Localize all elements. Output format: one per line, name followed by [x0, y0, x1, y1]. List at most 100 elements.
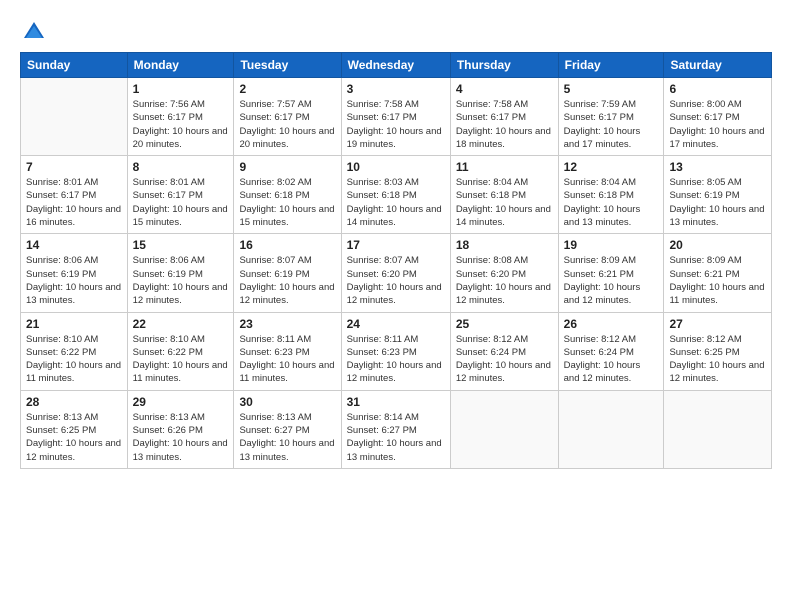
calendar-cell: 28 Sunrise: 8:13 AMSunset: 6:25 PMDayligh… [21, 390, 128, 468]
day-info: Sunrise: 8:02 AMSunset: 6:18 PMDaylight:… [239, 176, 335, 229]
week-row-1: 1Sunrise: 7:56 AMSunset: 6:17 PMDaylight… [21, 78, 772, 156]
day-info: Sunrise: 8:09 AMSunset: 6:21 PMDaylight:… [564, 254, 659, 307]
day-number: 4 [456, 82, 553, 96]
day-number: 10 [347, 160, 445, 174]
calendar-cell: 10 Sunrise: 8:03 AMSunset: 6:18 PMDayligh… [341, 156, 450, 234]
day-number: 15 [133, 238, 229, 252]
day-number: 31 [347, 395, 445, 409]
day-info: Sunrise: 7:57 AMSunset: 6:17 PMDaylight:… [239, 98, 335, 151]
day-info: Sunrise: 8:07 AMSunset: 6:19 PMDaylight:… [239, 254, 335, 307]
day-info: Sunrise: 8:04 AMSunset: 6:18 PMDaylight:… [564, 176, 659, 229]
calendar-header-friday: Friday [558, 53, 664, 78]
calendar-cell: 16 Sunrise: 8:07 AMSunset: 6:19 PMDayligh… [234, 234, 341, 312]
logo-icon [20, 18, 48, 46]
day-number: 1 [133, 82, 229, 96]
day-info: Sunrise: 7:59 AMSunset: 6:17 PMDaylight:… [564, 98, 659, 151]
day-number: 19 [564, 238, 659, 252]
calendar-cell: 26 Sunrise: 8:12 AMSunset: 6:24 PMDayligh… [558, 312, 664, 390]
day-number: 3 [347, 82, 445, 96]
calendar-cell: 22Sunrise: 8:10 AMSunset: 6:22 PMDayligh… [127, 312, 234, 390]
calendar-cell: 12 Sunrise: 8:04 AMSunset: 6:18 PMDayligh… [558, 156, 664, 234]
day-info: Sunrise: 8:12 AMSunset: 6:25 PMDaylight:… [669, 333, 766, 386]
day-info: Sunrise: 8:13 AMSunset: 6:27 PMDaylight:… [239, 411, 335, 464]
week-row-5: 28 Sunrise: 8:13 AMSunset: 6:25 PMDayligh… [21, 390, 772, 468]
calendar-cell [450, 390, 558, 468]
calendar-cell [664, 390, 772, 468]
calendar-header-monday: Monday [127, 53, 234, 78]
day-info: Sunrise: 8:13 AMSunset: 6:25 PMDaylight:… [26, 411, 122, 464]
day-info: Sunrise: 8:12 AMSunset: 6:24 PMDaylight:… [564, 333, 659, 386]
day-number: 17 [347, 238, 445, 252]
calendar-cell: 20 Sunrise: 8:09 AMSunset: 6:21 PMDayligh… [664, 234, 772, 312]
day-number: 25 [456, 317, 553, 331]
day-number: 9 [239, 160, 335, 174]
calendar-cell: 25 Sunrise: 8:12 AMSunset: 6:24 PMDayligh… [450, 312, 558, 390]
week-row-2: 7Sunrise: 8:01 AMSunset: 6:17 PMDaylight… [21, 156, 772, 234]
day-info: Sunrise: 8:07 AMSunset: 6:20 PMDaylight:… [347, 254, 445, 307]
calendar-cell: 6 Sunrise: 8:00 AMSunset: 6:17 PMDaylight… [664, 78, 772, 156]
day-number: 16 [239, 238, 335, 252]
calendar-cell: 4Sunrise: 7:58 AMSunset: 6:17 PMDaylight… [450, 78, 558, 156]
day-info: Sunrise: 8:04 AMSunset: 6:18 PMDaylight:… [456, 176, 553, 229]
calendar-header-sunday: Sunday [21, 53, 128, 78]
day-number: 11 [456, 160, 553, 174]
calendar-cell: 5Sunrise: 7:59 AMSunset: 6:17 PMDaylight… [558, 78, 664, 156]
day-info: Sunrise: 8:14 AMSunset: 6:27 PMDaylight:… [347, 411, 445, 464]
day-info: Sunrise: 8:03 AMSunset: 6:18 PMDaylight:… [347, 176, 445, 229]
day-number: 18 [456, 238, 553, 252]
day-info: Sunrise: 8:11 AMSunset: 6:23 PMDaylight:… [239, 333, 335, 386]
day-info: Sunrise: 7:58 AMSunset: 6:17 PMDaylight:… [347, 98, 445, 151]
calendar: SundayMondayTuesdayWednesdayThursdayFrid… [20, 52, 772, 469]
day-number: 13 [669, 160, 766, 174]
day-number: 14 [26, 238, 122, 252]
calendar-cell: 29 Sunrise: 8:13 AMSunset: 6:26 PMDayligh… [127, 390, 234, 468]
day-number: 21 [26, 317, 122, 331]
logo [20, 18, 52, 46]
day-info: Sunrise: 8:00 AMSunset: 6:17 PMDaylight:… [669, 98, 766, 151]
day-number: 12 [564, 160, 659, 174]
calendar-cell: 13 Sunrise: 8:05 AMSunset: 6:19 PMDayligh… [664, 156, 772, 234]
day-number: 24 [347, 317, 445, 331]
day-info: Sunrise: 8:09 AMSunset: 6:21 PMDaylight:… [669, 254, 766, 307]
day-number: 27 [669, 317, 766, 331]
page: SundayMondayTuesdayWednesdayThursdayFrid… [0, 0, 792, 612]
day-number: 26 [564, 317, 659, 331]
calendar-cell: 30 Sunrise: 8:13 AMSunset: 6:27 PMDayligh… [234, 390, 341, 468]
week-row-3: 14 Sunrise: 8:06 AMSunset: 6:19 PMDayligh… [21, 234, 772, 312]
header [20, 18, 772, 46]
calendar-cell: 31 Sunrise: 8:14 AMSunset: 6:27 PMDayligh… [341, 390, 450, 468]
week-row-4: 21 Sunrise: 8:10 AMSunset: 6:22 PMDayligh… [21, 312, 772, 390]
calendar-cell: 1Sunrise: 7:56 AMSunset: 6:17 PMDaylight… [127, 78, 234, 156]
day-number: 20 [669, 238, 766, 252]
calendar-cell: 7Sunrise: 8:01 AMSunset: 6:17 PMDaylight… [21, 156, 128, 234]
calendar-cell: 17 Sunrise: 8:07 AMSunset: 6:20 PMDayligh… [341, 234, 450, 312]
calendar-cell: 14Sunrise: 8:06 AMSunset: 6:19 PMDayligh… [21, 234, 128, 312]
day-number: 2 [239, 82, 335, 96]
calendar-cell: 8 Sunrise: 8:01 AMSunset: 6:17 PMDaylight… [127, 156, 234, 234]
day-info: Sunrise: 8:13 AMSunset: 6:26 PMDaylight:… [133, 411, 229, 464]
calendar-cell: 21 Sunrise: 8:10 AMSunset: 6:22 PMDayligh… [21, 312, 128, 390]
calendar-cell: 11 Sunrise: 8:04 AMSunset: 6:18 PMDayligh… [450, 156, 558, 234]
day-number: 6 [669, 82, 766, 96]
day-number: 30 [239, 395, 335, 409]
day-number: 29 [133, 395, 229, 409]
day-number: 23 [239, 317, 335, 331]
calendar-cell: 15 Sunrise: 8:06 AMSunset: 6:19 PMDayligh… [127, 234, 234, 312]
day-number: 28 [26, 395, 122, 409]
day-info: Sunrise: 8:01 AMSunset: 6:17 PMDaylight:… [26, 176, 122, 229]
calendar-header-tuesday: Tuesday [234, 53, 341, 78]
day-info: Sunrise: 8:06 AMSunset: 6:19 PMDaylight:… [133, 254, 229, 307]
day-number: 8 [133, 160, 229, 174]
calendar-cell: 2 Sunrise: 7:57 AMSunset: 6:17 PMDaylight… [234, 78, 341, 156]
calendar-header-saturday: Saturday [664, 53, 772, 78]
day-info: Sunrise: 8:10 AMSunset: 6:22 PMDaylight:… [26, 333, 122, 386]
day-info: Sunrise: 8:01 AMSunset: 6:17 PMDaylight:… [133, 176, 229, 229]
calendar-cell: 19 Sunrise: 8:09 AMSunset: 6:21 PMDayligh… [558, 234, 664, 312]
day-info: Sunrise: 8:12 AMSunset: 6:24 PMDaylight:… [456, 333, 553, 386]
day-info: Sunrise: 8:05 AMSunset: 6:19 PMDaylight:… [669, 176, 766, 229]
calendar-header-row: SundayMondayTuesdayWednesdayThursdayFrid… [21, 53, 772, 78]
day-info: Sunrise: 8:11 AMSunset: 6:23 PMDaylight:… [347, 333, 445, 386]
calendar-cell [558, 390, 664, 468]
calendar-cell: 18Sunrise: 8:08 AMSunset: 6:20 PMDayligh… [450, 234, 558, 312]
calendar-cell: 3 Sunrise: 7:58 AMSunset: 6:17 PMDaylight… [341, 78, 450, 156]
